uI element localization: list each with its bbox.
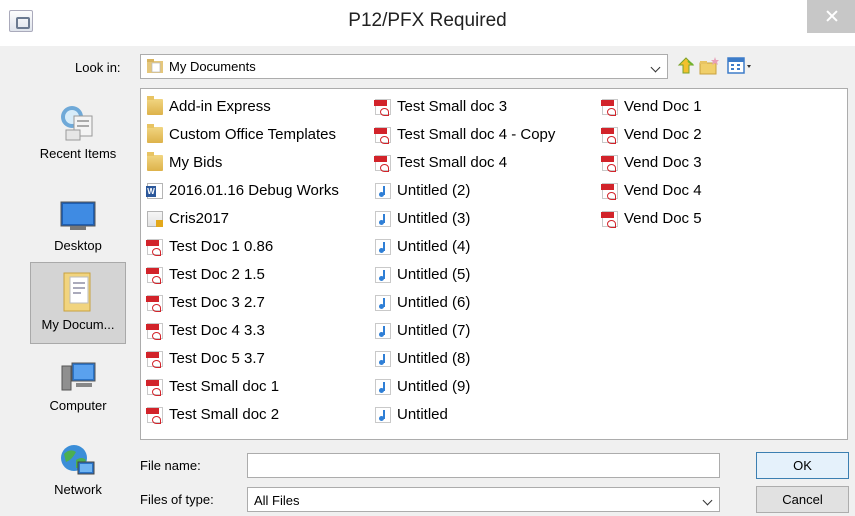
- file-name: 2016.01.16 Debug Works: [169, 182, 339, 199]
- folder-icon: [147, 59, 163, 73]
- file-name: Untitled (6): [397, 294, 471, 311]
- desktop-icon: [60, 201, 96, 230]
- look-in-combo[interactable]: My Documents: [140, 54, 668, 79]
- audio-file-icon: [375, 351, 391, 367]
- audio-file-icon: [375, 379, 391, 395]
- locked-file-icon: [147, 211, 163, 227]
- file-name: Cris2017: [169, 210, 230, 227]
- file-name: Test Doc 1 0.86: [169, 238, 274, 255]
- chevron-down-icon[interactable]: [650, 62, 661, 73]
- audio-file-icon: [375, 267, 391, 283]
- file-name: Vend Doc 1: [624, 98, 702, 115]
- pdf-icon: [146, 295, 163, 312]
- file-name: Untitled (4): [397, 238, 471, 255]
- file-name: Test Small doc 4 - Copy: [397, 126, 556, 143]
- place-recent-items[interactable]: Recent Items: [30, 102, 126, 172]
- pdf-icon: [374, 99, 391, 116]
- create-new-folder-icon[interactable]: [699, 56, 721, 76]
- pdf-icon: [146, 323, 163, 340]
- look-in-label: Look in:: [75, 60, 121, 75]
- file-name-label: File name:: [140, 458, 201, 473]
- pdf-icon: [374, 127, 391, 144]
- audio-file-icon: [375, 295, 391, 311]
- place-desktop[interactable]: Desktop: [30, 200, 126, 256]
- places-bar: Recent Items Desktop My Docum... Compute…: [24, 90, 134, 510]
- files-of-type-combo[interactable]: All Files: [247, 487, 720, 512]
- pdf-icon: [146, 351, 163, 368]
- file-name: Vend Doc 3: [624, 154, 702, 171]
- word-document-icon: [146, 183, 163, 199]
- file-name: Untitled (8): [397, 350, 471, 367]
- audio-file-icon: [375, 211, 391, 227]
- file-name: Untitled: [397, 406, 448, 423]
- recent-items-icon: [61, 106, 93, 141]
- pdf-icon: [146, 267, 163, 284]
- place-label-desktop: Desktop: [54, 238, 102, 253]
- file-name: Test Doc 2 1.5: [169, 266, 265, 283]
- place-my-documents[interactable]: My Docum...: [30, 262, 126, 344]
- file-name: Vend Doc 4: [624, 182, 702, 199]
- folder-icon: [147, 124, 163, 143]
- pdf-icon: [601, 127, 618, 144]
- pdf-icon: [601, 99, 618, 116]
- look-in-value: My Documents: [169, 59, 256, 74]
- place-computer[interactable]: Computer: [30, 360, 126, 418]
- file-name: Untitled (9): [397, 378, 471, 395]
- place-label-computer: Computer: [49, 398, 107, 413]
- file-name: Test Small doc 4: [397, 154, 508, 171]
- file-name: Untitled (5): [397, 266, 471, 283]
- audio-file-icon: [375, 183, 391, 199]
- file-name: Test Small doc 3: [397, 98, 508, 115]
- pdf-icon: [601, 183, 618, 200]
- file-name: Vend Doc 2: [624, 126, 702, 143]
- dialog-title: P12/PFX Required: [348, 10, 507, 31]
- file-name: Test Small doc 2: [169, 406, 280, 423]
- file-name: Custom Office Templates: [169, 126, 337, 143]
- files-of-type-value: All Files: [254, 493, 300, 508]
- audio-file-icon: [375, 407, 391, 423]
- file-name: Test Doc 3 2.7: [169, 294, 265, 311]
- file-name: Add-in Express: [169, 98, 271, 115]
- place-network[interactable]: Network: [30, 442, 126, 502]
- pdf-icon: [601, 155, 618, 172]
- file-list[interactable]: Add-in Express Custom Office Templates M…: [140, 88, 848, 440]
- files-of-type-label: Files of type:: [140, 492, 214, 507]
- place-label-network: Network: [54, 482, 102, 497]
- cancel-button[interactable]: Cancel: [756, 486, 849, 513]
- place-label-my-documents: My Docum...: [41, 317, 115, 332]
- file-chooser-dialog: P12/PFX Required Look in: My Documents R…: [0, 0, 855, 516]
- pdf-icon: [146, 239, 163, 256]
- audio-file-icon: [375, 323, 391, 339]
- file-name: Untitled (2): [397, 182, 471, 199]
- network-icon: [61, 445, 95, 475]
- ok-button[interactable]: OK: [756, 452, 849, 479]
- audio-file-icon: [375, 239, 391, 255]
- file-name: Test Doc 5 3.7: [169, 350, 265, 367]
- pdf-icon: [146, 407, 163, 424]
- file-name: Vend Doc 5: [624, 210, 702, 227]
- close-button[interactable]: [807, 0, 855, 33]
- place-label-recent-items: Recent Items: [39, 146, 117, 161]
- file-name: Untitled (7): [397, 322, 471, 339]
- file-name: Test Doc 4 3.3: [169, 322, 265, 339]
- view-menu-icon[interactable]: [726, 56, 756, 76]
- chevron-down-icon[interactable]: [702, 495, 713, 506]
- my-documents-icon: [63, 272, 91, 312]
- pdf-icon: [146, 379, 163, 396]
- file-name-input[interactable]: [247, 453, 720, 478]
- pdf-icon: [374, 155, 391, 172]
- computer-icon: [61, 362, 96, 391]
- pdf-icon: [601, 211, 618, 228]
- file-name: Test Small doc 1: [169, 378, 280, 395]
- title-bar[interactable]: P12/PFX Required: [0, 0, 855, 46]
- folder-icon: [147, 152, 163, 171]
- file-name: Untitled (3): [397, 210, 471, 227]
- file-name: My Bids: [169, 154, 223, 171]
- folder-icon: [147, 96, 163, 115]
- up-one-level-icon[interactable]: [676, 56, 696, 76]
